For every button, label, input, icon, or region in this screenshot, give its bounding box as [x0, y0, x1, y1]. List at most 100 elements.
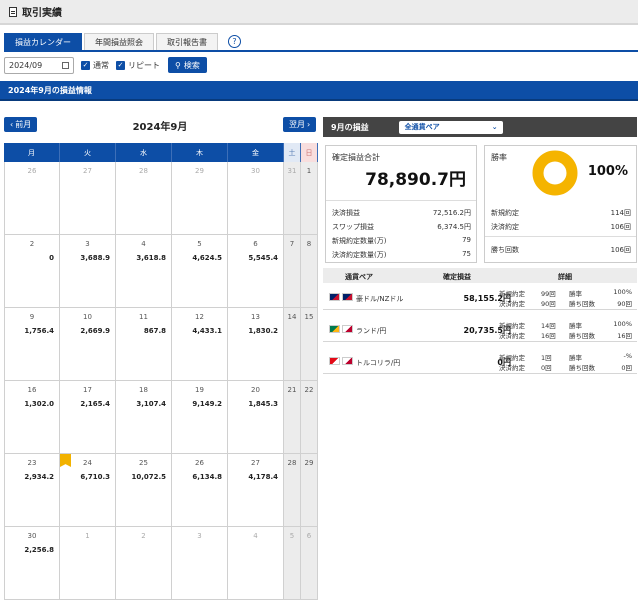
repeat-label: リピート — [128, 60, 160, 70]
calendar-day[interactable]: 29 — [301, 454, 318, 527]
tab-annual-pl[interactable]: 年間損益照会 — [84, 33, 154, 51]
day-number: 16 — [27, 386, 37, 394]
prev-month-button[interactable]: ‹ 前月 — [4, 117, 38, 132]
flag-icon — [329, 293, 340, 301]
calendar-day[interactable]: 19 9,149.2 — [172, 381, 228, 454]
calendar-day[interactable]: 10 2,669.9 — [60, 308, 116, 381]
flag-icon — [329, 357, 340, 365]
calendar-day[interactable]: 1 — [301, 162, 318, 235]
calendar-day[interactable]: 4 3,618.8 — [116, 235, 172, 308]
calendar-day[interactable]: 24 6,710.3 — [60, 454, 116, 527]
calendar-day[interactable]: 26 — [4, 162, 60, 235]
day-number: 10 — [83, 313, 92, 321]
calendar-day[interactable]: 30 — [228, 162, 284, 235]
day-pl-value: 9,149.2 — [192, 400, 222, 408]
calendar-day[interactable]: 20 1,845.3 — [228, 381, 284, 454]
day-pl-value: 6,134.8 — [192, 473, 222, 481]
normal-checkbox[interactable]: ✓ 通常 — [81, 60, 109, 71]
weekday-header: 木 — [172, 143, 228, 162]
day-number: 3 — [197, 532, 202, 540]
detail-value: -% — [623, 352, 632, 360]
detail-value: 99回 — [541, 290, 556, 298]
day-number: 3 — [85, 240, 90, 248]
calendar-day[interactable]: 11 867.8 — [116, 308, 172, 381]
calendar-day[interactable]: 3 — [172, 527, 228, 600]
calendar-day[interactable]: 9 1,756.4 — [4, 308, 60, 381]
calendar-day[interactable]: 25 10,072.5 — [116, 454, 172, 527]
calendar-day[interactable]: 31 — [284, 162, 301, 235]
day-number: 27 — [83, 167, 92, 175]
calendar-day[interactable]: 4 — [228, 527, 284, 600]
help-icon[interactable]: ? — [228, 35, 241, 48]
weekday-header: 月 — [4, 143, 60, 162]
calendar-day[interactable]: 17 2,165.4 — [60, 381, 116, 454]
day-number: 2 — [29, 240, 35, 248]
calendar-day[interactable]: 8 — [301, 235, 318, 308]
day-number: 5 — [197, 240, 202, 248]
pair-select-value: 全通貨ペア — [404, 123, 440, 131]
day-number: 29 — [195, 167, 204, 175]
calendar-day[interactable]: 26 6,134.8 — [172, 454, 228, 527]
tab-underline — [4, 50, 638, 52]
tab-trade-report[interactable]: 取引報告書 — [156, 33, 218, 51]
pair-row[interactable]: 豪ドル/NZドル 58,155.2円 新規約定 決済約定 99回 90回 勝率 勝ち回数 100… — [323, 285, 637, 310]
check-icon: ✓ — [116, 60, 125, 70]
month-value: 2024/09 — [9, 60, 43, 70]
search-button[interactable]: ⚲ 検索 — [168, 57, 207, 73]
page-header: 取引実績 — [0, 0, 638, 25]
detail-label: 勝率 — [569, 354, 582, 362]
calendar-day[interactable]: 27 — [60, 162, 116, 235]
calendar-day[interactable]: 28 — [116, 162, 172, 235]
pair-row[interactable]: ランド/円 20,735.5円 新規約定 決済約定 14回 16回 勝率 勝ち回数 100% 16… — [323, 317, 637, 342]
day-number: 19 — [195, 386, 204, 394]
calendar-day[interactable]: 16 1,302.0 — [4, 381, 60, 454]
day-pl-value: 1,302.0 — [24, 400, 54, 408]
day-number: 31 — [287, 167, 297, 175]
calendar-day[interactable]: 1 — [60, 527, 116, 600]
calendar-day[interactable]: 13 1,830.2 — [228, 308, 284, 381]
calendar-day[interactable]: 2 — [116, 527, 172, 600]
next-month-button[interactable]: 翌月 › — [283, 117, 317, 132]
win-rate-label: 勝率 — [491, 153, 507, 162]
calendar-day[interactable]: 5 4,624.5 — [172, 235, 228, 308]
calendar-day[interactable]: 28 — [284, 454, 301, 527]
calendar-day[interactable]: 23 2,934.2 — [4, 454, 60, 527]
calendar-day[interactable]: 21 — [284, 381, 301, 454]
calendar-day[interactable]: 27 4,178.4 — [228, 454, 284, 527]
calendar-day[interactable]: 12 4,433.1 — [172, 308, 228, 381]
day-number: 6 — [306, 532, 312, 540]
day-number: 27 — [251, 459, 260, 467]
day-pl-value: 10,072.5 — [131, 473, 166, 481]
day-number: 25 — [139, 459, 148, 467]
calendar-day[interactable]: 14 — [284, 308, 301, 381]
pair-row[interactable]: トルコリラ/円 0円 新規約定 決済約定 1回 0回 勝率 勝ち回数 -% 0回 — [323, 349, 637, 374]
calendar-day[interactable]: 22 — [301, 381, 318, 454]
month-input[interactable]: 2024/09 — [4, 56, 74, 74]
settled-pl-row: 決済損益 72,516.2円 — [332, 208, 471, 218]
pair-select[interactable]: 全通貨ペア ⌄ — [398, 120, 503, 134]
day-pl-value: 2,165.4 — [80, 400, 110, 408]
day-number: 23 — [27, 459, 37, 467]
swap-pl-row: スワップ損益 6,374.5円 — [332, 222, 471, 232]
win-new-row: 新規約定 114回 — [491, 208, 631, 218]
repeat-checkbox[interactable]: ✓ リピート — [116, 60, 160, 71]
calendar-day[interactable]: 20 — [4, 235, 60, 308]
detail-value: 14回 — [541, 322, 556, 330]
calendar-day[interactable]: 5 — [284, 527, 301, 600]
calendar-day[interactable]: 29 — [172, 162, 228, 235]
calendar-day[interactable]: 18 3,107.4 — [116, 381, 172, 454]
day-pl-value: 1,845.3 — [248, 400, 278, 408]
calendar-day[interactable]: 3 3,688.9 — [60, 235, 116, 308]
calendar-day[interactable]: 15 — [301, 308, 318, 381]
search-icon: ⚲ — [175, 60, 181, 70]
new-qty-row: 新規約定数量(万) 79 — [332, 236, 471, 246]
tab-pl-calendar[interactable]: 損益カレンダー — [4, 33, 82, 51]
calendar-day[interactable]: 7 — [284, 235, 301, 308]
day-pl-value: 6,710.3 — [80, 473, 110, 481]
document-icon — [9, 6, 17, 17]
calendar-day[interactable]: 30 2,256.8 — [4, 527, 60, 600]
search-label: 検索 — [183, 60, 200, 70]
calendar-day[interactable]: 6 — [301, 527, 318, 600]
divider — [326, 200, 476, 201]
calendar-day[interactable]: 6 5,545.4 — [228, 235, 284, 308]
